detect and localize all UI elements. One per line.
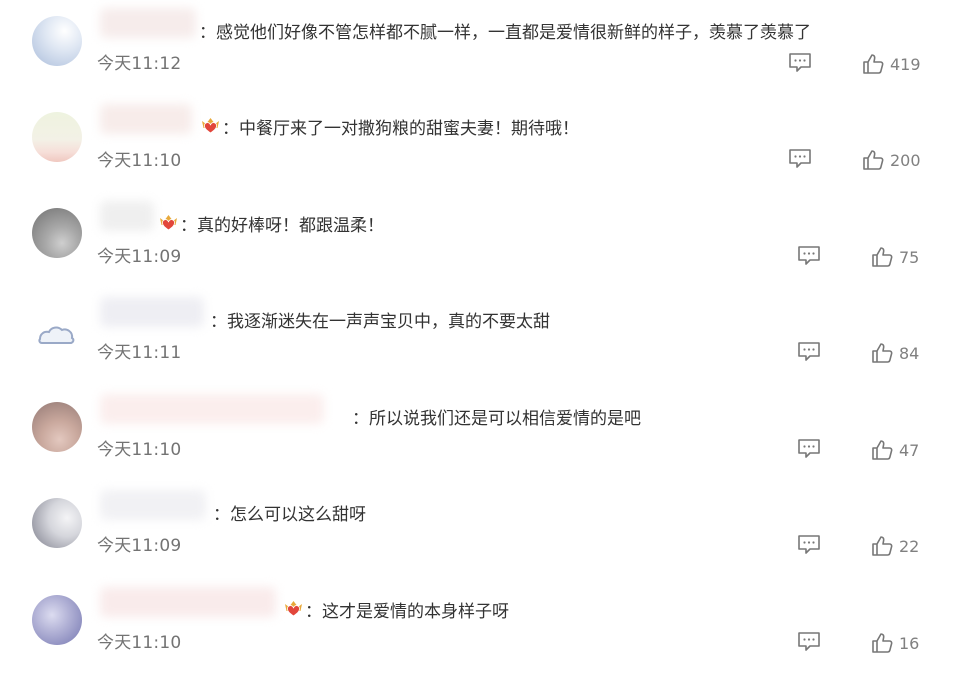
comment-text: ：我逐渐迷失在一声声宝贝中，真的不要太甜 — [210, 312, 550, 332]
comment-text: ：感觉他们好像不管怎样都不腻一样，一直都是爱情很新鲜的样子，羡慕了羡慕了 — [199, 23, 811, 43]
like-button[interactable]: 22 — [871, 534, 919, 558]
comment-list: ：感觉他们好像不管怎样都不腻一样，一直都是爱情很新鲜的样子，羡慕了羡慕了 今天1… — [0, 0, 963, 669]
reply-button[interactable] — [788, 52, 812, 74]
comment-bubble-icon — [789, 53, 811, 72]
comment-timestamp: 今天11:09 — [97, 536, 182, 556]
avatar[interactable] — [32, 112, 82, 162]
reply-button[interactable] — [797, 245, 821, 267]
comment-item: ：怎么可以这么甜呀 今天11:09 22 — [0, 488, 963, 584]
comment-text: ：中餐厅来了一对撒狗粮的甜蜜夫妻！期待哦！ — [222, 119, 579, 139]
comment-timestamp: 今天11:09 — [97, 247, 182, 267]
avatar[interactable] — [32, 208, 82, 258]
comment-text: ：这才是爱情的本身样子呀 — [305, 602, 509, 622]
thumbs-up-icon — [872, 440, 893, 460]
thumbs-up-icon — [863, 54, 884, 74]
crown-heart-badge-icon — [158, 211, 179, 232]
comment-text: ：怎么可以这么甜呀 — [213, 505, 366, 525]
comment-timestamp: 今天11:10 — [97, 151, 182, 171]
username-blurred[interactable] — [100, 8, 196, 38]
crown-heart-badge-icon — [283, 597, 304, 618]
like-count: 47 — [899, 440, 920, 460]
like-button[interactable]: 84 — [871, 341, 919, 365]
comment-text: ：真的好棒呀！都跟温柔！ — [180, 216, 384, 236]
like-count: 75 — [899, 247, 920, 267]
like-button[interactable]: 16 — [871, 631, 919, 655]
comment-item: ：中餐厅来了一对撒狗粮的甜蜜夫妻！期待哦！ 今天11:10 200 — [0, 102, 963, 198]
comment-item: ：真的好棒呀！都跟温柔！ 今天11:09 75 — [0, 199, 963, 295]
comment-bubble-icon — [798, 342, 820, 361]
like-button[interactable]: 419 — [862, 52, 921, 76]
username-blurred[interactable] — [100, 587, 276, 617]
avatar[interactable] — [32, 595, 82, 645]
thumbs-up-icon — [872, 247, 893, 267]
like-button[interactable]: 47 — [871, 438, 919, 462]
comment-timestamp: 今天11:11 — [97, 343, 182, 363]
username-blurred[interactable] — [100, 201, 154, 231]
like-count: 84 — [899, 343, 920, 363]
comment-bubble-icon — [798, 632, 820, 651]
username-blurred[interactable] — [100, 394, 324, 424]
comment-item: ：所以说我们还是可以相信爱情的是吧 今天11:10 47 — [0, 392, 963, 488]
avatar[interactable] — [32, 498, 82, 548]
like-count: 200 — [890, 150, 921, 170]
comment-timestamp: 今天11:10 — [97, 440, 182, 460]
comment-item: ：感觉他们好像不管怎样都不腻一样，一直都是爱情很新鲜的样子，羡慕了羡慕了 今天1… — [0, 6, 963, 102]
like-button[interactable]: 200 — [862, 148, 921, 172]
reply-button[interactable] — [797, 534, 821, 556]
thumbs-up-icon — [872, 633, 893, 653]
comment-item: ：我逐渐迷失在一声声宝贝中，真的不要太甜 今天11:11 84 — [0, 295, 963, 391]
reply-button[interactable] — [797, 341, 821, 363]
reply-button[interactable] — [797, 631, 821, 653]
comment-bubble-icon — [798, 246, 820, 265]
like-count: 419 — [890, 54, 921, 74]
like-count: 22 — [899, 536, 920, 556]
username-blurred[interactable] — [100, 490, 206, 520]
comment-timestamp: 今天11:10 — [97, 633, 182, 653]
comment-item: ：这才是爱情的本身样子呀 今天11:10 16 — [0, 585, 963, 681]
comment-timestamp: 今天11:12 — [97, 54, 182, 74]
comment-text: ：所以说我们还是可以相信爱情的是吧 — [352, 409, 641, 429]
crown-heart-badge-icon — [200, 114, 221, 135]
thumbs-up-icon — [872, 343, 893, 363]
username-blurred[interactable] — [100, 104, 192, 134]
reply-button[interactable] — [788, 148, 812, 170]
username-blurred[interactable] — [100, 297, 204, 327]
reply-button[interactable] — [797, 438, 821, 460]
comment-bubble-icon — [789, 149, 811, 168]
comment-bubble-icon — [798, 439, 820, 458]
comment-bubble-icon — [798, 535, 820, 554]
avatar[interactable] — [32, 305, 82, 355]
like-count: 16 — [899, 633, 920, 653]
avatar[interactable] — [32, 16, 82, 66]
thumbs-up-icon — [863, 150, 884, 170]
like-button[interactable]: 75 — [871, 245, 919, 269]
avatar[interactable] — [32, 402, 82, 452]
thumbs-up-icon — [872, 536, 893, 556]
